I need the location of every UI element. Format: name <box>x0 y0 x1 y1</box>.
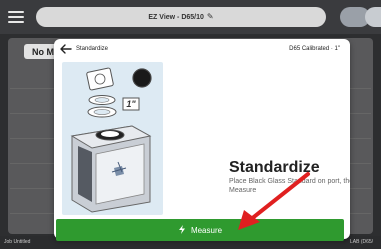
dialog-header: Standardize D65 Calibrated · 1" <box>54 39 350 59</box>
instrument-illustration: 1" <box>62 62 163 215</box>
lightning-bolt-icon <box>178 225 185 234</box>
pointer-arrow-icon <box>238 172 310 230</box>
job-title-text: EZ View - D65/10 <box>148 14 204 21</box>
footer-colorspace-label: LAB (D65/ <box>350 239 374 245</box>
job-title-pill[interactable]: EZ View - D65/10 ✎ <box>36 7 326 27</box>
measure-button-label: Measure <box>190 226 223 235</box>
app-bar: EZ View - D65/10 ✎ <box>0 0 381 34</box>
instrument-drawing: 1" <box>70 67 152 213</box>
pencil-icon[interactable]: ✎ <box>207 12 214 21</box>
size-label: 1" <box>126 99 136 109</box>
job-title: EZ View - D65/10 ✎ <box>36 12 326 21</box>
menu-icon[interactable] <box>8 11 24 23</box>
footer-job-label: Job Untitled <box>4 239 31 245</box>
overflow-button[interactable] <box>365 7 381 27</box>
dialog-title: Standardize <box>76 46 109 52</box>
calibration-status: D65 Calibrated · 1" <box>289 46 340 52</box>
back-arrow-icon[interactable] <box>60 44 72 54</box>
